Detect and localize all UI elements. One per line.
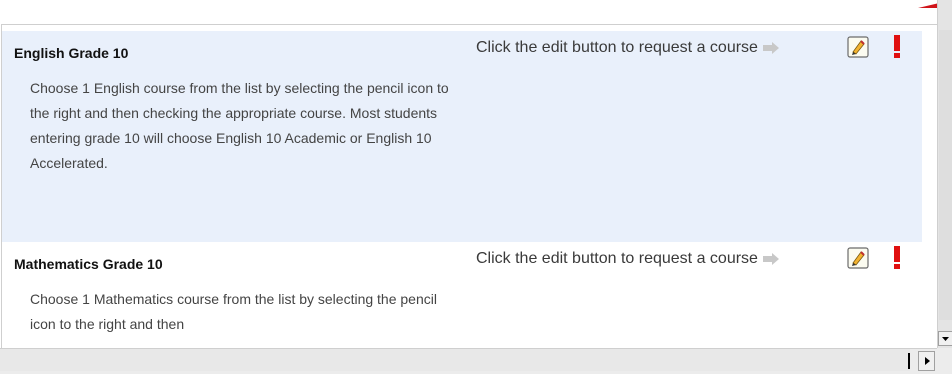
course-row-mathematics: Mathematics Grade 10 Choose 1 Mathematic… xyxy=(2,242,922,349)
required-alert-icon xyxy=(892,244,902,270)
vertical-scroll-thumb[interactable] xyxy=(939,30,952,320)
request-course-text: Click the edit button to request a cours… xyxy=(476,39,758,56)
course-row-english: English Grade 10 Choose 1 English course… xyxy=(2,31,922,242)
scroll-down-button[interactable] xyxy=(938,331,952,346)
pencil-edit-icon xyxy=(847,247,869,269)
course-title: English Grade 10 xyxy=(14,45,129,61)
request-course-hint: Click the edit button to request a cours… xyxy=(476,247,780,271)
chevron-right-icon xyxy=(924,357,930,365)
pencil-edit-icon xyxy=(847,36,869,58)
course-description: Choose 1 Mathematics course from the lis… xyxy=(30,291,437,332)
course-list-panel: English Grade 10 Choose 1 English course… xyxy=(1,24,937,349)
required-alert-icon xyxy=(892,33,902,59)
request-course-text: Click the edit button to request a cours… xyxy=(476,250,758,267)
course-description: Choose 1 English course from the list by… xyxy=(30,80,449,171)
scroll-right-button[interactable] xyxy=(918,351,935,371)
course-title: Mathematics Grade 10 xyxy=(14,256,163,272)
chevron-down-icon xyxy=(942,337,949,341)
horizontal-scroll-thumb[interactable] xyxy=(908,353,910,369)
horizontal-scrollbar[interactable] xyxy=(0,348,937,374)
edit-course-button[interactable] xyxy=(847,36,869,58)
edit-course-button[interactable] xyxy=(847,247,869,269)
vertical-scrollbar[interactable] xyxy=(937,0,952,348)
right-arrow-icon xyxy=(762,252,780,266)
scrollbar-corner xyxy=(937,348,952,374)
horizontal-scroll-track[interactable] xyxy=(0,349,910,371)
request-course-hint: Click the edit button to request a cours… xyxy=(476,36,780,60)
course-request-page: English Grade 10 Choose 1 English course… xyxy=(0,0,952,374)
right-arrow-icon xyxy=(762,41,780,55)
